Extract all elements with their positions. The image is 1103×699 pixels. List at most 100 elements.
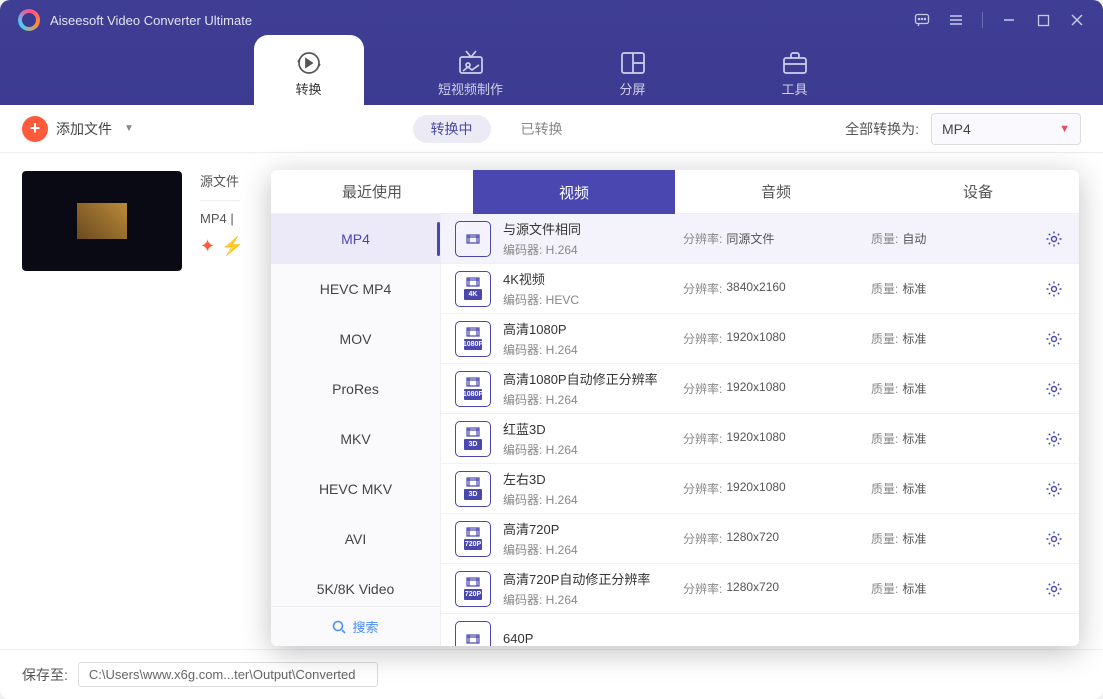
video-thumbnail[interactable] bbox=[22, 171, 182, 271]
gear-icon[interactable] bbox=[1043, 228, 1065, 250]
app-logo-icon bbox=[18, 9, 40, 31]
gear-icon[interactable] bbox=[1043, 428, 1065, 450]
dropdown-triangle-icon: ▼ bbox=[1059, 123, 1070, 135]
preset-name: 红蓝3D bbox=[503, 419, 671, 438]
side-format-hevc-mkv[interactable]: HEVC MKV bbox=[271, 464, 440, 514]
preset-quality: 质量:标准 bbox=[871, 330, 991, 347]
side-format-avi[interactable]: AVI bbox=[271, 514, 440, 564]
gear-icon[interactable] bbox=[1043, 578, 1065, 600]
plus-icon: + bbox=[22, 116, 48, 142]
preset-quality: 质量:标准 bbox=[871, 430, 991, 447]
preset-name: 高清720P自动修正分辨率 bbox=[503, 569, 671, 588]
tab-mv[interactable]: 短视频制作 bbox=[416, 49, 526, 105]
preset-encoder: 编码器: H.264 bbox=[503, 491, 671, 508]
preset-name: 左右3D bbox=[503, 469, 671, 488]
preset-item[interactable]: 1080P 高清1080P自动修正分辨率编码器: H.264 分辨率:1920x10… bbox=[441, 364, 1079, 414]
preset-encoder: 编码器: H.264 bbox=[503, 591, 671, 608]
preset-badge-icon: 3D bbox=[455, 421, 491, 457]
preset-quality: 质量:标准 bbox=[871, 580, 991, 597]
menu-icon[interactable] bbox=[948, 12, 964, 28]
feedback-icon[interactable] bbox=[914, 12, 930, 28]
collage-icon bbox=[578, 49, 688, 77]
tab-converting[interactable]: 转换中 bbox=[413, 115, 491, 143]
preset-badge-icon: 4K bbox=[455, 271, 491, 307]
gear-icon[interactable] bbox=[1043, 278, 1065, 300]
output-path[interactable]: C:\Users\www.x6g.com...ter\Output\Conver… bbox=[78, 662, 378, 687]
side-format-prores[interactable]: ProRes bbox=[271, 364, 440, 414]
preset-resolution: 分辨率:1280x720 bbox=[683, 580, 859, 597]
gear-icon[interactable] bbox=[1043, 378, 1065, 400]
source-file-label: 源文件 bbox=[200, 171, 244, 190]
preset-resolution: 分辨率:1280x720 bbox=[683, 530, 859, 547]
divider bbox=[982, 12, 983, 28]
preset-badge-icon bbox=[455, 221, 491, 257]
preset-resolution: 分辨率:1920x1080 bbox=[683, 330, 859, 347]
format-picker-popup: 最近使用 视频 音频 设备 MP4HEVC MP4MOVProResMKVHEV… bbox=[271, 170, 1079, 646]
chevron-down-icon: ▼ bbox=[124, 123, 134, 134]
preset-resolution: 分辨率:3840x2160 bbox=[683, 280, 859, 297]
preset-name: 与源文件相同 bbox=[503, 219, 671, 238]
preset-badge-icon: 1080P bbox=[455, 371, 491, 407]
preset-badge-icon: 720P bbox=[455, 571, 491, 607]
maximize-icon[interactable] bbox=[1035, 12, 1051, 28]
preset-name: 640P bbox=[503, 631, 671, 646]
close-icon[interactable] bbox=[1069, 12, 1085, 28]
tab-converted[interactable]: 已转换 bbox=[517, 115, 567, 143]
popup-tab-device[interactable]: 设备 bbox=[877, 170, 1079, 214]
preset-encoder: 编码器: H.264 bbox=[503, 541, 671, 558]
app-title: Aiseesoft Video Converter Ultimate bbox=[50, 13, 914, 28]
gear-icon[interactable] bbox=[1043, 528, 1065, 550]
preset-item[interactable]: 720P 高清720P 编码器: H.264 分辨率:1280x720 质量:标准 bbox=[441, 514, 1079, 564]
popup-tab-audio[interactable]: 音频 bbox=[675, 170, 877, 214]
format-all-label: 全部转换为: bbox=[845, 119, 919, 139]
popup-tab-recent[interactable]: 最近使用 bbox=[271, 170, 473, 214]
preset-encoder: 编码器: H.264 bbox=[503, 241, 671, 258]
preset-name: 4K视频 bbox=[503, 269, 671, 288]
side-format-hevc-mp4[interactable]: HEVC MP4 bbox=[271, 264, 440, 314]
save-to-label: 保存至: bbox=[22, 665, 68, 685]
preset-quality: 质量:自动 bbox=[871, 230, 991, 247]
preset-resolution: 分辨率:1920x1080 bbox=[683, 380, 859, 397]
preset-item[interactable]: 3D 红蓝3D 编码器: H.264 分辨率:1920x1080 质量:标准 bbox=[441, 414, 1079, 464]
preset-name: 高清720P bbox=[503, 519, 671, 538]
preset-item[interactable]: 与源文件相同编码器: H.264 分辨率:同源文件质量:自动 bbox=[441, 214, 1079, 264]
minimize-icon[interactable] bbox=[1001, 12, 1017, 28]
gear-icon[interactable] bbox=[1043, 478, 1065, 500]
preset-badge-icon: 3D bbox=[455, 471, 491, 507]
preset-quality: 质量:标准 bbox=[871, 530, 991, 547]
preset-resolution: 分辨率:同源文件 bbox=[683, 230, 859, 247]
preset-badge-icon: 1080P bbox=[455, 321, 491, 357]
preset-encoder: 编码器: H.264 bbox=[503, 391, 671, 408]
preset-resolution: 分辨率:1920x1080 bbox=[683, 430, 859, 447]
preset-item[interactable]: 720P 高清720P自动修正分辨率编码器: H.264 分辨率:1280x720 质… bbox=[441, 564, 1079, 614]
preset-quality: 质量:标准 bbox=[871, 280, 991, 297]
preset-encoder: 编码器: H.264 bbox=[503, 341, 671, 358]
toolbox-icon bbox=[740, 49, 850, 77]
preset-item[interactable]: 1080P 高清1080P 编码器: H.264 分辨率:1920x1080 质量:标准 bbox=[441, 314, 1079, 364]
side-format-mov[interactable]: MOV bbox=[271, 314, 440, 364]
mv-icon bbox=[416, 49, 526, 77]
preset-badge-icon: 720P bbox=[455, 521, 491, 557]
add-files-button[interactable]: + 添加文件 ▼ bbox=[22, 116, 134, 142]
effect-icons[interactable]: ✦ ⚡ bbox=[200, 236, 244, 257]
preset-encoder: 编码器: H.264 bbox=[503, 441, 671, 458]
convert-icon bbox=[254, 49, 364, 77]
tab-convert[interactable]: 转换 bbox=[254, 35, 364, 105]
preset-item[interactable]: 640P bbox=[441, 614, 1079, 646]
preset-name: 高清1080P自动修正分辨率 bbox=[503, 369, 671, 388]
side-format-mp4[interactable]: MP4 bbox=[271, 214, 440, 264]
tab-toolbox[interactable]: 工具 bbox=[740, 49, 850, 105]
preset-item[interactable]: 4K4K视频编码器: HEVC分辨率:3840x2160质量:标准 bbox=[441, 264, 1079, 314]
file-format-line: MP4 | bbox=[200, 211, 244, 226]
format-dropdown[interactable]: MP4 ▼ bbox=[931, 113, 1081, 145]
preset-quality: 质量:标准 bbox=[871, 480, 991, 497]
popup-tab-video[interactable]: 视频 bbox=[473, 170, 675, 214]
tab-collage[interactable]: 分屏 bbox=[578, 49, 688, 105]
preset-badge-icon bbox=[455, 621, 491, 647]
preset-item[interactable]: 3D左右3D编码器: H.264分辨率:1920x1080质量:标准 bbox=[441, 464, 1079, 514]
search-formats[interactable]: 搜索 bbox=[271, 606, 440, 646]
gear-icon[interactable] bbox=[1043, 328, 1065, 350]
side-format-5k-8k-video[interactable]: 5K/8K Video bbox=[271, 564, 440, 606]
side-format-mkv[interactable]: MKV bbox=[271, 414, 440, 464]
preset-name: 高清1080P bbox=[503, 319, 671, 338]
